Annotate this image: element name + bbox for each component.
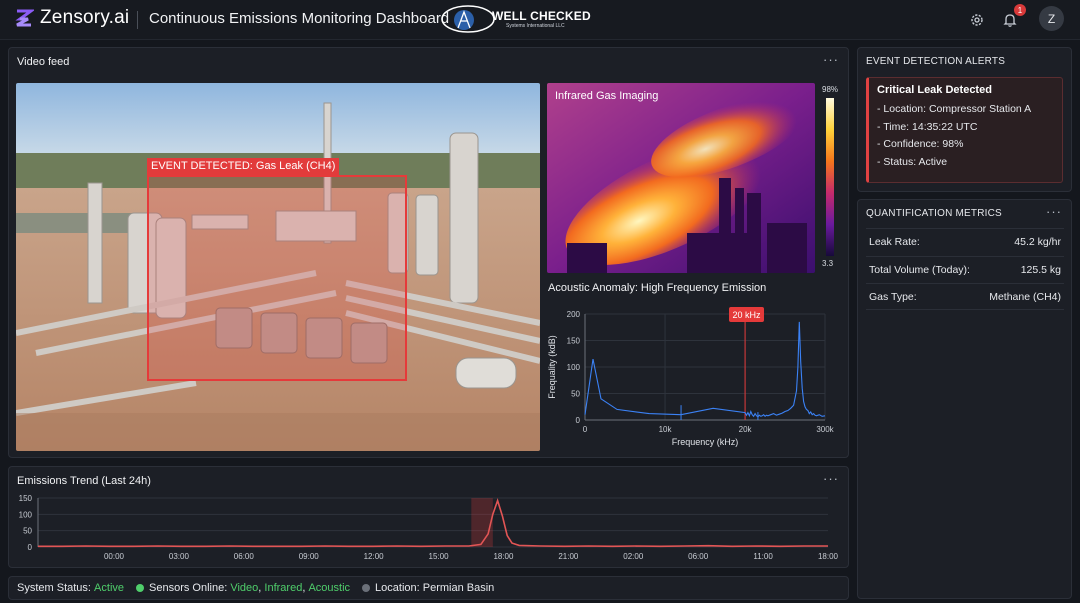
metric-label: Leak Rate:: [869, 236, 920, 248]
metrics-panel-menu-button[interactable]: ···: [1046, 204, 1062, 219]
top-header: Zensory.ai Continuous Emissions Monitori…: [0, 0, 1080, 40]
spectrum-peak-label: 20 kHz: [729, 307, 764, 322]
location-label: Location:: [375, 582, 420, 594]
notification-count-badge: 1: [1014, 4, 1026, 16]
metrics-title: QUANTIFICATION METRICS: [866, 208, 1002, 219]
ir-color-scale: [826, 98, 834, 256]
partner-name: WELL CHECKED: [492, 8, 591, 23]
metric-total-volume: Total Volume (Today): 125.5 kg: [866, 256, 1064, 283]
spectrum-y-tick: 50: [571, 390, 580, 399]
trend-x-tick: 15:00: [429, 552, 450, 561]
trend-x-tick: 00:00: [104, 552, 125, 561]
trend-title: Emissions Trend (Last 24h): [17, 475, 151, 487]
notifications-button[interactable]: 1: [998, 4, 1026, 32]
trend-series-line: [38, 498, 828, 548]
emissions-trend-chart[interactable]: 0 50 100 150 00:00 03:00 06:00 09:00 12:00 15:00 1…: [8, 488, 846, 566]
header-divider: [137, 11, 138, 29]
alert-confidence: - Confidence: 98%: [877, 138, 964, 150]
system-status-value: Active: [94, 582, 125, 594]
metric-label: Total Volume (Today):: [869, 264, 970, 276]
metric-value: Methane (CH4): [989, 290, 1061, 303]
trend-x-tick: 02:00: [623, 552, 644, 561]
infrared-title: Infrared Gas Imaging: [555, 90, 659, 102]
settings-button[interactable]: [965, 8, 989, 32]
trend-x-tick: 18:00: [493, 552, 514, 561]
trend-x-tick: 06:00: [234, 552, 255, 561]
spectrum-x-tick: 20k: [739, 425, 753, 434]
page-title: Continuous Emissions Monitoring Dashboar…: [149, 10, 450, 27]
ir-scale-min: 3.3: [822, 259, 834, 268]
spectrum-y-label: Frequality (kdB): [547, 335, 557, 399]
sensor-video: Video: [230, 582, 259, 594]
trend-x-tick: 06:00: [688, 552, 709, 561]
video-feed-title: Video feed: [17, 56, 70, 68]
ir-scale-max: 98%: [822, 85, 839, 94]
partner-logo: WELL CHECKED Systems International LLC: [440, 4, 591, 34]
spectrum-y-tick: 200: [567, 310, 581, 319]
trend-y-tick: 0: [28, 543, 33, 552]
trend-x-tick: 18:00: [818, 552, 839, 561]
sensor-acoustic: Acoustic: [308, 582, 351, 594]
spectrum-series-line: [584, 321, 826, 418]
spectrum-x-label: Frequency (kHz): [672, 437, 739, 447]
alert-status: - Status: Active: [877, 155, 948, 168]
well-checked-logo-icon: [441, 5, 495, 33]
spectrum-x-tick: 0: [583, 425, 588, 434]
user-avatar[interactable]: Z: [1039, 6, 1064, 31]
detection-bounding-box[interactable]: [147, 175, 407, 381]
sensor-infrared: Infrared: [264, 582, 303, 594]
acoustic-spectrum-chart[interactable]: 0 50 100 150 200 0 10k 20k 300k Frequency (kHz) Fr…: [545, 300, 840, 455]
alerts-title: EVENT DETECTION ALERTS: [866, 56, 1006, 67]
trend-x-tick: 09:00: [299, 552, 320, 561]
spectrum-y-tick: 100: [567, 363, 581, 372]
sensors-online-dot-icon: [136, 584, 145, 592]
infrared-gas-image[interactable]: [547, 83, 815, 273]
alert-time: - Time: 14:35:22 UTC: [877, 120, 978, 133]
metric-value: 125.5 kg: [1020, 264, 1061, 276]
critical-leak-alert[interactable]: Critical Leak Detected - Location: Compr…: [866, 77, 1063, 183]
location-dot-icon: [362, 584, 371, 592]
metric-value: 45.2 kg/hr: [1014, 236, 1061, 248]
trend-x-tick: 03:00: [169, 552, 190, 561]
spectrum-x-tick: 300k: [816, 425, 834, 434]
trend-event-highlight: [471, 498, 493, 547]
partner-tagline: Systems International LLC: [506, 22, 565, 29]
metric-leak-rate: Leak Rate: 45.2 kg/hr: [866, 228, 1064, 255]
acoustic-title: Acoustic Anomaly: High Frequency Emissio…: [548, 282, 767, 294]
alert-title: Critical Leak Detected: [877, 84, 992, 96]
trend-panel-menu-button[interactable]: ···: [823, 471, 839, 486]
alert-location: - Location: Compressor Station A: [877, 103, 1032, 115]
video-panel-menu-button[interactable]: ···: [823, 52, 839, 67]
sensors-online-label: Sensors Online:: [149, 582, 228, 594]
trend-x-tick: 11:00: [753, 552, 773, 561]
spectrum-x-tick: 10k: [659, 425, 673, 434]
zensory-logo-icon: [15, 9, 34, 27]
status-bar: System Status: Active Sensors Online: Vi…: [8, 576, 849, 600]
trend-x-tick: 12:00: [364, 552, 385, 561]
brand-logo[interactable]: Zensory.ai: [14, 7, 129, 29]
metric-label: Gas Type:: [869, 290, 917, 303]
trend-x-tick: 21:00: [558, 552, 579, 561]
metric-gas-type: Gas Type: Methane (CH4): [866, 283, 1064, 310]
location-value: Permian Basin: [422, 582, 495, 594]
settings-gear-icon: [971, 14, 983, 26]
brand-name: Zensory.ai: [40, 7, 130, 28]
spectrum-y-tick: 0: [576, 416, 581, 425]
trend-y-tick: 100: [19, 510, 33, 519]
system-status-label: System Status:: [17, 582, 91, 594]
spectrum-y-tick: 150: [567, 337, 581, 346]
trend-y-tick: 150: [19, 494, 33, 503]
trend-y-tick: 50: [23, 527, 32, 536]
detection-label: EVENT DETECTED: Gas Leak (CH4): [147, 158, 340, 175]
